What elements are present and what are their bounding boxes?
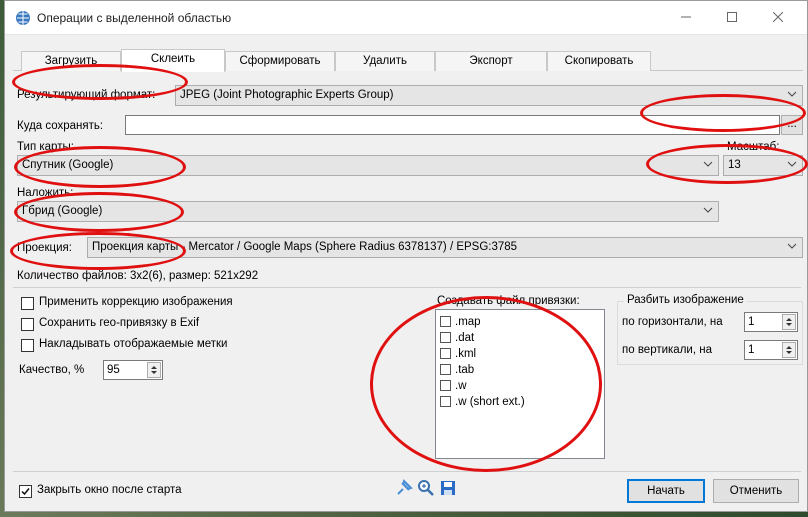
option-label-markers: Накладывать отображаемые метки — [39, 338, 228, 350]
close-button[interactable] — [755, 1, 801, 35]
tab-stitch[interactable]: Склеить — [121, 49, 225, 72]
dialog-window: Операции с выделенной областью Загрузить… — [4, 0, 808, 512]
tab-bar: Загрузить Склеить Сформировать Удалить Э… — [13, 49, 803, 72]
quality-value: 95 — [107, 364, 120, 376]
list-item[interactable]: .map — [440, 314, 481, 328]
tab-delete[interactable]: Удалить — [335, 51, 435, 71]
split-groupbox: Разбить изображение по горизонтали, на 1… — [617, 294, 803, 365]
option-label-exif: Сохранить гео-привязку в Exif — [39, 317, 200, 329]
zoom-icon[interactable] — [417, 479, 435, 500]
georef-checkbox[interactable] — [440, 316, 451, 328]
tab-copy[interactable]: Скопировать — [547, 51, 651, 71]
cancel-button[interactable]: Отменить — [713, 479, 799, 503]
close-after-start-label: Закрыть окно после старта — [37, 484, 182, 496]
close-icon — [772, 11, 784, 23]
list-item[interactable]: .kml — [440, 346, 476, 360]
split-horizontal-label: по горизонтали, на — [622, 316, 723, 328]
list-item[interactable]: .w (short ext.) — [440, 394, 525, 408]
georef-checkbox[interactable] — [440, 332, 451, 344]
list-item[interactable]: .tab — [440, 362, 474, 376]
separator — [13, 471, 801, 472]
pin-icon[interactable] — [395, 479, 413, 500]
app-globe-icon — [15, 10, 31, 26]
option-checkbox-markers[interactable] — [21, 339, 34, 352]
tab-export[interactable]: Экспорт — [435, 51, 547, 71]
georef-checkbox[interactable] — [440, 396, 451, 408]
split-title: Разбить изображение — [624, 294, 747, 306]
chevron-down-icon — [787, 243, 797, 249]
format-value: JPEG (Joint Photographic Experts Group) — [180, 89, 394, 101]
georef-listbox: .map .dat .kml .tab .w .w (short ext.) — [435, 309, 605, 459]
tab-load[interactable]: Загрузить — [21, 51, 121, 71]
spin-arrows-icon[interactable] — [147, 362, 161, 378]
title-bar: Операции с выделенной областью — [5, 1, 807, 35]
checkmark-icon — [21, 488, 30, 496]
file-count-info: Количество файлов: 3x2(6), размер: 521x2… — [17, 270, 259, 282]
georef-label: Создавать файл привязки: — [437, 295, 580, 307]
projection-select[interactable]: Проекция карты - Mercator / Google Maps … — [87, 237, 803, 258]
spin-arrows-icon[interactable] — [782, 342, 796, 358]
maximize-icon — [727, 12, 737, 22]
quality-spinbox[interactable]: 95 — [103, 360, 163, 380]
start-button[interactable]: Начать — [627, 479, 705, 503]
separator — [13, 287, 801, 288]
chevron-down-icon — [703, 207, 713, 213]
format-label: Результирующий формат: — [17, 89, 156, 101]
projection-value: Проекция карты - Mercator / Google Maps … — [92, 241, 518, 253]
projection-label: Проекция: — [17, 242, 72, 254]
chevron-down-icon — [703, 161, 713, 167]
overlay-label: Наложить: — [17, 187, 74, 199]
scale-value: 13 — [728, 159, 741, 171]
save-path-label: Куда сохранять: — [17, 120, 104, 132]
map-type-label: Тип карты: — [17, 141, 74, 153]
window-title: Операции с выделенной областью — [37, 11, 232, 25]
maximize-button[interactable] — [709, 1, 755, 35]
spin-arrows-icon[interactable] — [782, 314, 796, 330]
georef-checkbox[interactable] — [440, 348, 451, 360]
chevron-down-icon — [787, 161, 797, 167]
quality-label: Качество, % — [19, 364, 85, 376]
scale-select[interactable]: 13 — [723, 155, 803, 176]
minimize-button[interactable] — [663, 1, 709, 35]
format-select[interactable]: JPEG (Joint Photographic Experts Group) — [175, 85, 803, 106]
scale-label: Масштаб: — [727, 141, 780, 153]
split-vertical-label: по вертикали, на — [622, 344, 712, 356]
overlay-select[interactable]: Гбрид (Google) — [17, 201, 719, 222]
option-checkbox-exif[interactable] — [21, 318, 34, 331]
browse-button[interactable]: ... — [781, 115, 803, 135]
overlay-value: Гбрид (Google) — [22, 205, 103, 217]
tab-generate[interactable]: Сформировать — [225, 51, 335, 71]
option-label-correction: Применить коррекцию изображения — [39, 296, 233, 308]
chevron-down-icon — [787, 91, 797, 97]
save-icon[interactable] — [439, 479, 457, 500]
list-item[interactable]: .dat — [440, 330, 474, 344]
list-item[interactable]: .w — [440, 378, 467, 392]
option-checkbox-correction[interactable] — [21, 297, 34, 310]
map-type-value: Спутник (Google) — [22, 159, 114, 171]
georef-checkbox[interactable] — [440, 364, 451, 376]
split-vertical-spinbox[interactable]: 1 — [744, 340, 798, 360]
minimize-icon — [681, 16, 691, 18]
georef-checkbox[interactable] — [440, 380, 451, 392]
split-horizontal-spinbox[interactable]: 1 — [744, 312, 798, 332]
close-after-start-checkbox[interactable] — [19, 485, 32, 498]
save-path-input[interactable] — [125, 115, 780, 135]
map-type-select[interactable]: Спутник (Google) — [17, 155, 719, 176]
